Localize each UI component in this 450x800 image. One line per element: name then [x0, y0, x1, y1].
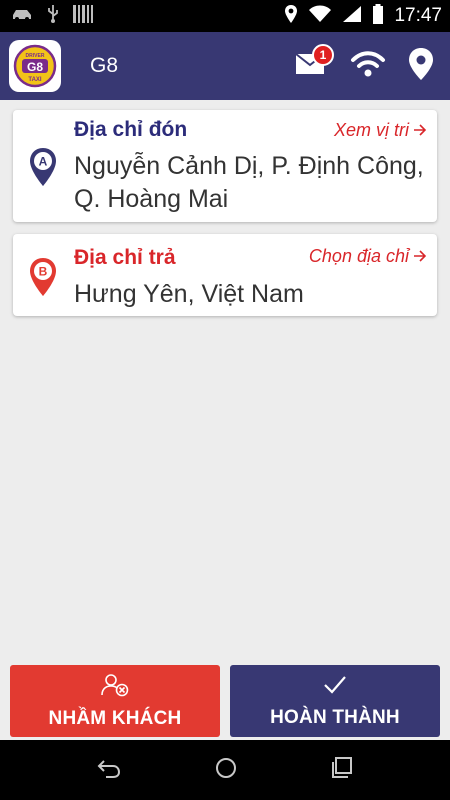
notifications-button[interactable]: 1	[292, 44, 334, 84]
user-remove-icon	[100, 673, 130, 702]
status-bar: 17:47	[0, 0, 450, 32]
arrow-right-icon	[413, 120, 427, 141]
back-icon[interactable]	[96, 757, 122, 784]
logo-taxi: TAXI	[28, 77, 42, 83]
view-location-label: Xem vị tri	[333, 120, 409, 140]
dropoff-label: Địa chỉ trả	[74, 246, 176, 269]
wrong-customer-label: NHẦM KHÁCH	[48, 707, 182, 729]
check-icon	[322, 674, 348, 701]
dropoff-card[interactable]: B Địa chỉ trả Chọn địa chỉ Hưng Yên, Việ…	[13, 234, 437, 316]
app-title: G8	[90, 54, 119, 77]
view-location-link[interactable]: Xem vị tri	[334, 120, 427, 141]
app-bar: DRIVER G8 TAXI G8 1	[0, 32, 450, 100]
notification-badge: 1	[312, 44, 334, 66]
choose-address-label: Chọn địa chỉ	[308, 246, 409, 266]
complete-button[interactable]: HOÀN THÀNH	[230, 665, 440, 737]
pickup-label: Địa chỉ đón	[74, 118, 188, 141]
pin-icon: B	[28, 256, 58, 303]
signal-icon	[342, 5, 362, 28]
pin-icon: A	[28, 146, 58, 193]
location-icon[interactable]	[408, 47, 434, 86]
pin-letter: B	[39, 265, 48, 279]
pickup-address: Nguyễn Cảnh Dị, P. Định Công, Q. Hoàng M…	[74, 152, 424, 213]
logo-subtext: DRIVER	[26, 53, 45, 59]
wifi-icon	[308, 5, 332, 28]
battery-icon	[372, 3, 384, 29]
app-logo: DRIVER G8 TAXI	[9, 40, 61, 92]
arrow-right-icon	[413, 246, 427, 267]
pin-letter: A	[39, 155, 48, 169]
location-icon	[284, 4, 298, 29]
pickup-card[interactable]: A Địa chỉ đón Xem vị tri Nguyễn Cảnh Dị,…	[13, 110, 437, 222]
wrong-customer-button[interactable]: NHẦM KHÁCH	[10, 665, 220, 737]
choose-address-link[interactable]: Chọn địa chỉ	[309, 246, 427, 267]
recents-icon[interactable]	[330, 756, 354, 785]
logo-text: G8	[27, 60, 43, 74]
car-icon	[10, 6, 34, 27]
barcode-icon	[72, 4, 94, 29]
status-time: 17:47	[394, 5, 442, 26]
home-icon[interactable]	[213, 755, 239, 786]
dropoff-address: Hưng Yên, Việt Nam	[74, 280, 304, 308]
usb-icon	[46, 4, 60, 29]
wifi-icon[interactable]	[350, 50, 386, 83]
complete-label: HOÀN THÀNH	[270, 706, 400, 728]
navigation-bar	[0, 740, 450, 800]
